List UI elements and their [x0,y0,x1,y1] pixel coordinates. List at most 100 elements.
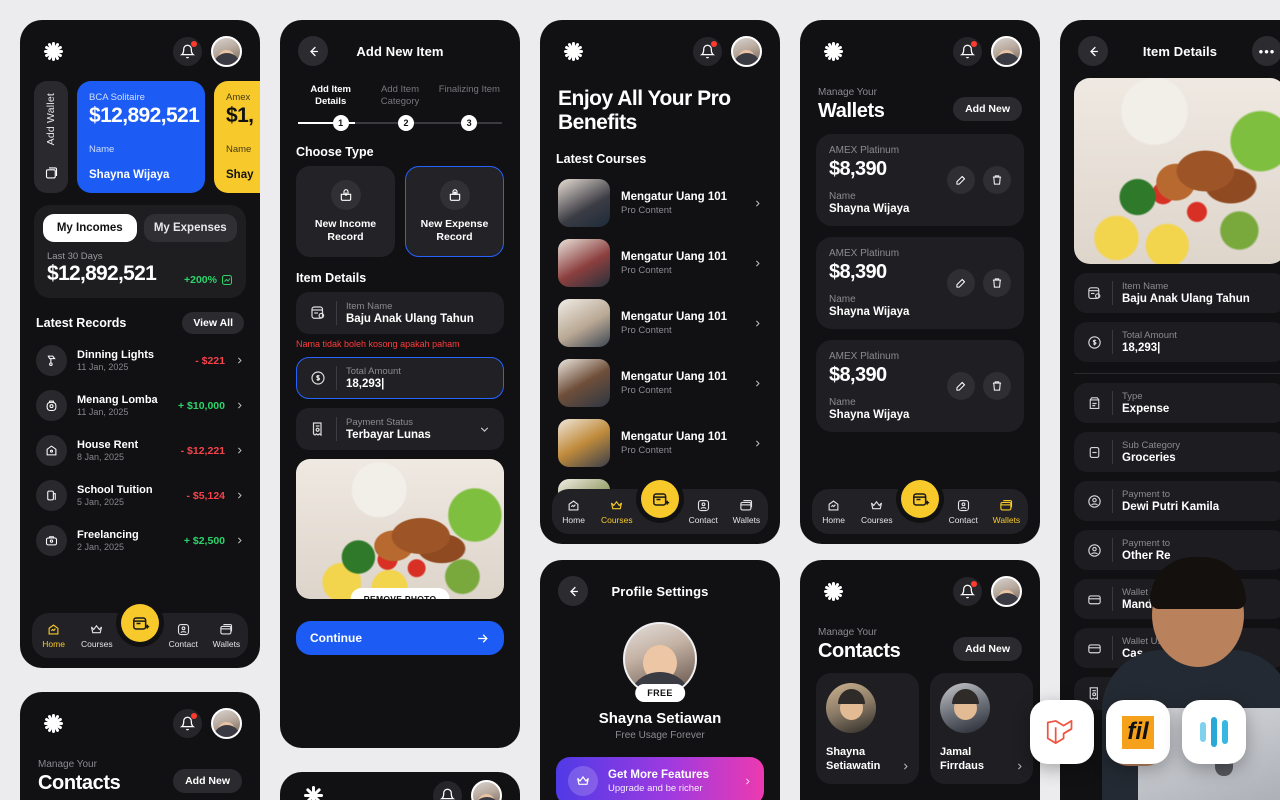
tab-home[interactable]: Home [32,622,75,649]
upgrade-title: Get More Features [608,768,709,781]
contact-card[interactable]: Shayna Setiawatin [816,673,919,784]
summary-delta-value: +200% [184,274,217,286]
tab-wallets[interactable]: Wallets [985,498,1028,525]
delete-wallet-button[interactable] [983,269,1011,297]
add-record-fab[interactable] [641,480,679,518]
notification-bell-button[interactable] [173,709,202,738]
tab-home[interactable]: Home [812,498,855,525]
notification-bell-button[interactable] [173,37,202,66]
tab-label: Contact [688,515,718,525]
field-payment-status[interactable]: Payment Status Terbayar Lunas [296,408,504,450]
type-option-expense[interactable]: New Expense Record [405,165,504,257]
notification-bell-button[interactable] [433,781,462,800]
back-button[interactable] [1078,36,1108,66]
continue-button[interactable]: Continue [296,621,504,655]
tab-courses[interactable]: Courses [855,498,898,525]
livewire-bars [1200,717,1228,747]
notification-bell-button[interactable] [693,37,722,66]
tab-courses[interactable]: Courses [75,622,118,649]
add-new-button[interactable]: Add New [173,769,242,793]
wallet-card-amex[interactable]: Amex $1, Name Shay [214,81,260,193]
avatar[interactable] [211,708,242,739]
edit-wallet-button[interactable] [947,372,975,400]
course-row[interactable]: Mengatur Uang 101 Pro Content [540,293,780,353]
tab-courses[interactable]: Courses [595,498,638,525]
tab-contact[interactable]: Contact [942,498,985,525]
back-button[interactable] [298,36,328,66]
step-dot-2[interactable]: 2 [397,114,414,131]
add-record-fab[interactable] [121,604,159,642]
livewire-icon [1182,700,1246,764]
avatar[interactable] [731,36,762,67]
record-row[interactable]: House Rent 8 Jan, 2025 - $12,221 [20,428,260,473]
field-value: Dewi Putri Kamila [1122,501,1220,513]
record-row[interactable]: Dinning Lights 11 Jan, 2025 - $221 [20,338,260,383]
record-row[interactable]: Menang Lomba 11 Jan, 2025 + $10,000 [20,383,260,428]
record-row[interactable]: School Tuition 5 Jan, 2025 - $5,124 [20,473,260,518]
chevron-right-icon [904,763,908,769]
notification-bell-button[interactable] [953,37,982,66]
tab-wallets[interactable]: Wallets [725,498,768,525]
avatar[interactable] [991,576,1022,607]
contact-name: Shayna Setiawatin [826,746,881,772]
wallet-item[interactable]: AMEX Platinum $8,390 Name Shayna Wijaya [816,340,1024,432]
contacts-title-block: Manage Your Contacts Add New [20,745,260,795]
field-body: Item Name Baju Anak Ulang Tahun [346,301,491,325]
record-row[interactable]: Freelancing 2 Jan, 2025 + $2,500 [20,518,260,563]
income-expense-segmented-control[interactable]: My Incomes My Expenses [43,214,237,242]
field-value: Baju Anak Ulang Tahun [1122,293,1250,305]
edit-wallet-button[interactable] [947,166,975,194]
delete-wallet-button[interactable] [983,372,1011,400]
tab-contact[interactable]: Contact [682,498,725,525]
avatar[interactable] [991,36,1022,67]
upgrade-banner[interactable]: Get More Features Upgrade and be richer [556,757,764,800]
type-option-income[interactable]: New Income Record [296,165,395,257]
course-row[interactable]: Mengatur Uang 101 Pro Content [540,173,780,233]
wallet-bank: AMEX Platinum [829,145,900,156]
contacts-list: Shayna Setiawatin Jamal Firrdaus [800,663,1040,784]
more-options-button[interactable]: ••• [1252,36,1280,66]
step-label-3[interactable]: Finalizing Item [435,84,504,108]
wallet-item[interactable]: AMEX Platinum $8,390 Name Shayna Wijaya [816,134,1024,226]
item-details-title: Item Details [296,271,367,285]
tab-my-expenses[interactable]: My Expenses [143,214,237,242]
add-record-icon [912,492,929,506]
wallet-item[interactable]: AMEX Platinum $8,390 Name Shayna Wijaya [816,237,1024,329]
tab-my-incomes[interactable]: My Incomes [43,214,137,242]
step-dot-1[interactable]: 1 [332,114,349,131]
delete-wallet-button[interactable] [983,166,1011,194]
course-row[interactable]: Mengatur Uang 101 Pro Content [540,353,780,413]
item-photo[interactable]: REMOVE PHOTO [296,459,504,599]
field-item-name[interactable]: Item Name Baju Anak Ulang Tahun [296,292,504,334]
notification-bell-button[interactable] [953,577,982,606]
wallet-carousel[interactable]: Add Wallet BCA Solitaire $12,892,521 Nam… [20,73,260,193]
tab-home[interactable]: Home [552,498,595,525]
step-label-2[interactable]: Add Item Category [365,84,434,108]
contact-card[interactable]: Jamal Firrdaus [930,673,1033,784]
tab-wallets[interactable]: Wallets [205,622,248,649]
screen-contacts-bottom-left: Manage Your Contacts Add New [20,692,260,800]
add-record-fab[interactable] [901,480,939,518]
add-new-button[interactable]: Add New [953,97,1022,121]
wallet-name: Shayna Wijaya [829,409,910,421]
course-thumbnail [558,299,610,348]
latest-records-title: Latest Records [36,316,127,330]
step-label-1[interactable]: Add Item Details [296,84,365,108]
step-dot-3[interactable]: 3 [461,114,478,131]
course-row[interactable]: Mengatur Uang 101 Pro Content [540,233,780,293]
field-total-amount[interactable]: Total Amount 18,293| [296,357,504,399]
add-wallet-button[interactable]: Add Wallet [34,81,68,193]
view-all-button[interactable]: View All [182,312,244,334]
course-row[interactable]: Mengatur Uang 101 Pro Content [540,413,780,473]
wallet-card-bca[interactable]: BCA Solitaire $12,892,521 Name Shayna Wi… [77,81,205,193]
add-new-button[interactable]: Add New [953,637,1022,661]
field-value: Expense [1122,403,1170,415]
remove-photo-button[interactable]: REMOVE PHOTO [350,588,450,599]
edit-wallet-button[interactable] [947,269,975,297]
tab-contact[interactable]: Contact [162,622,205,649]
avatar[interactable] [471,780,502,800]
chevron-down-icon[interactable] [478,423,491,436]
avatar[interactable] [211,36,242,67]
lamp-icon [36,345,67,376]
profile-header: Profile Settings [540,560,780,606]
